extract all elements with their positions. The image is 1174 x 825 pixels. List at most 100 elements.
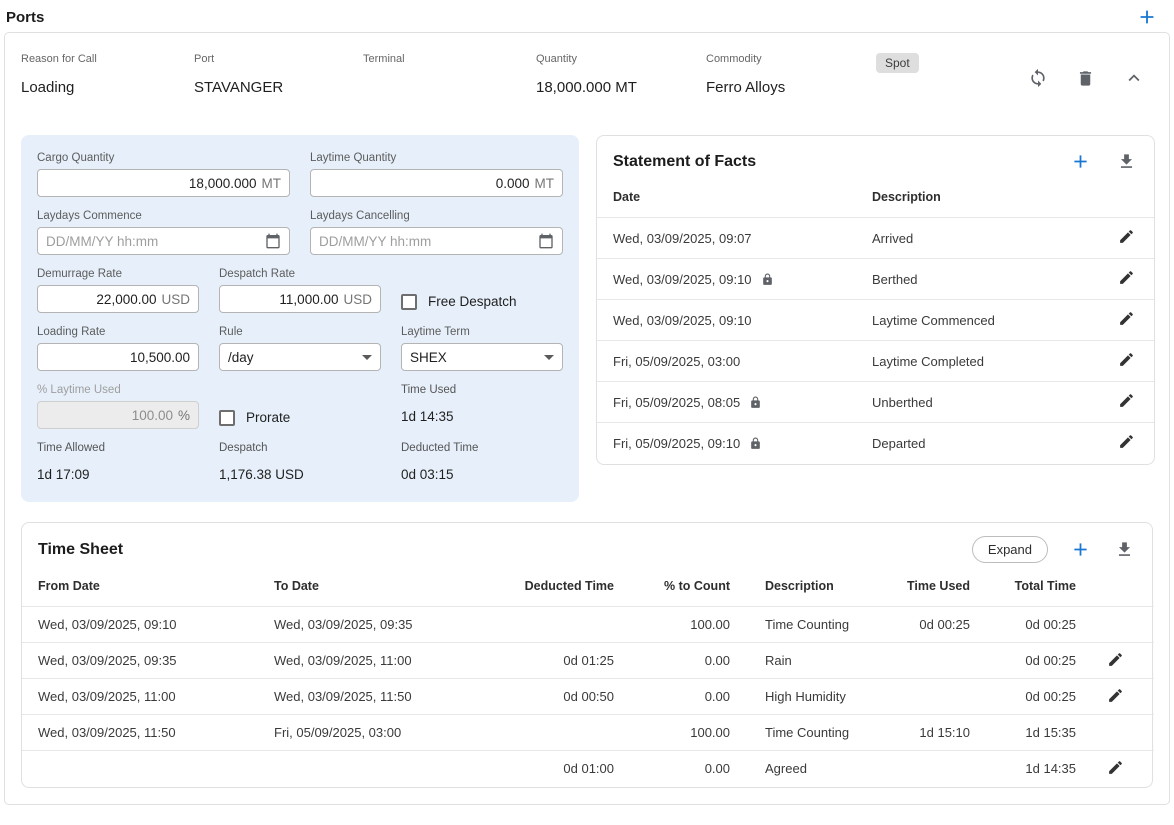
rates-row: Demurrage Rate USD Despatch Rate USD <box>37 268 563 313</box>
edit-sof-row-button[interactable] <box>1118 433 1135 450</box>
delete-port-button[interactable] <box>1076 69 1095 88</box>
expand-button[interactable]: Expand <box>972 536 1048 563</box>
pct-laytime-used-suffix: % <box>178 408 190 423</box>
laydays-cancelling-calendar-button[interactable] <box>538 233 554 249</box>
commodity-column: Commodity Ferro Alloys <box>706 53 876 97</box>
lock-icon <box>749 396 762 409</box>
despatch-label: Despatch <box>219 442 381 455</box>
pencil-icon <box>1107 651 1124 668</box>
quantity-column: Quantity 18,000.000 MT <box>536 53 706 97</box>
despatch-rate-input[interactable] <box>228 292 338 307</box>
trash-icon <box>1076 69 1095 88</box>
pencil-icon <box>1118 433 1135 450</box>
collapse-port-button[interactable] <box>1123 67 1145 89</box>
laydays-commence-calendar-button[interactable] <box>265 233 281 249</box>
ts-deducted: 0d 01:25 <box>500 643 614 679</box>
add-port-button[interactable] <box>1136 6 1158 28</box>
sync-port-button[interactable] <box>1028 68 1048 88</box>
port-content: Cargo Quantity MT Laytime Quantity MT <box>5 111 1169 502</box>
edit-time-sheet-row-button[interactable] <box>1107 759 1124 776</box>
sof-date: Fri, 05/09/2025, 09:10 <box>613 436 740 451</box>
laydays-commence-input[interactable] <box>46 234 265 249</box>
sof-description: Berthed <box>872 259 1098 300</box>
ts-col-from-date: From Date <box>22 569 274 607</box>
pct-laytime-used-field: % Laytime Used % <box>37 384 199 429</box>
edit-sof-row-button[interactable] <box>1118 310 1135 327</box>
sof-row: Wed, 03/09/2025, 09:10 Berthed <box>597 259 1154 300</box>
demurrage-rate-input[interactable] <box>46 292 156 307</box>
rule-select[interactable]: /day <box>219 343 381 371</box>
time-allowed-label: Time Allowed <box>37 442 199 455</box>
prorate-checkbox[interactable] <box>219 410 235 426</box>
quantity-value: 18,000.000 MT <box>536 79 706 97</box>
download-icon <box>1117 152 1136 171</box>
add-time-sheet-row-button[interactable] <box>1070 539 1091 560</box>
laytime-term-field: Laytime Term SHEX <box>401 326 563 371</box>
sof-header-row: Date Description <box>597 180 1154 218</box>
sync-icon <box>1028 68 1048 88</box>
edit-time-sheet-row-button[interactable] <box>1107 687 1124 704</box>
ts-description: Rain <box>730 643 850 679</box>
download-icon <box>1115 540 1134 559</box>
cargo-quantity-input[interactable] <box>46 176 257 191</box>
ts-time-used: 1d 15:10 <box>850 715 970 751</box>
ts-time-used <box>850 751 970 787</box>
reason-for-call-column: Reason for Call Loading <box>21 53 194 97</box>
pct-laytime-used-box: % <box>37 401 199 429</box>
port-label: Port <box>194 53 363 65</box>
sof-col-date: Date <box>597 180 872 218</box>
add-sof-event-button[interactable] <box>1070 151 1091 172</box>
time-sheet-header-row: From Date To Date Deducted Time % to Cou… <box>22 569 1154 607</box>
laydays-cancelling-input[interactable] <box>319 234 538 249</box>
quantities-row: Cargo Quantity MT Laytime Quantity MT <box>37 152 563 197</box>
ts-total: 1d 15:35 <box>970 715 1076 751</box>
ts-total: 1d 14:35 <box>970 751 1076 787</box>
laytime-quantity-label: Laytime Quantity <box>310 152 563 165</box>
sof-row: Fri, 05/09/2025, 08:05 Unberthed <box>597 382 1154 423</box>
prorate-label: Prorate <box>246 410 290 425</box>
time-used-stat: Time Used 1d 14:35 <box>401 384 563 429</box>
pencil-icon <box>1107 687 1124 704</box>
ts-deducted <box>500 607 614 643</box>
loading-rate-field: Loading Rate <box>37 326 199 371</box>
loading-rate-input[interactable] <box>46 350 190 365</box>
edit-sof-row-button[interactable] <box>1118 351 1135 368</box>
sof-row: Wed, 03/09/2025, 09:10 Laytime Commenced <box>597 300 1154 341</box>
download-time-sheet-button[interactable] <box>1115 540 1134 559</box>
ts-col-description: Description <box>730 569 850 607</box>
download-sof-button[interactable] <box>1117 152 1136 171</box>
laytime-term-select[interactable]: SHEX <box>401 343 563 371</box>
caret-down-icon <box>544 355 554 360</box>
loading-rate-box <box>37 343 199 371</box>
despatch-stat: Despatch 1,176.38 USD <box>219 442 381 484</box>
ts-to: Wed, 03/09/2025, 11:50 <box>274 679 500 715</box>
edit-sof-row-button[interactable] <box>1118 228 1135 245</box>
free-despatch-checkbox[interactable] <box>401 294 417 310</box>
ts-actions <box>1076 607 1154 643</box>
calendar-icon <box>265 233 281 249</box>
laytime-term-select-value: SHEX <box>410 350 447 365</box>
ts-total: 0d 00:25 <box>970 607 1076 643</box>
ts-pct: 100.00 <box>614 715 730 751</box>
sof-description: Laytime Commenced <box>872 300 1098 341</box>
sof-date: Wed, 03/09/2025, 09:10 <box>613 313 752 328</box>
laytime-quantity-input[interactable] <box>319 176 530 191</box>
port-column: Port STAVANGER <box>194 53 363 97</box>
commodity-value: Ferro Alloys <box>706 79 876 97</box>
laytime-quantity-field: Laytime Quantity MT <box>310 152 563 197</box>
edit-sof-row-button[interactable] <box>1118 269 1135 286</box>
ts-description: High Humidity <box>730 679 850 715</box>
time-sheet-table: From Date To Date Deducted Time % to Cou… <box>22 569 1154 787</box>
laytime-quantity-suffix: MT <box>535 176 555 191</box>
edit-time-sheet-row-button[interactable] <box>1107 651 1124 668</box>
cargo-quantity-box: MT <box>37 169 290 197</box>
ts-col-time-used: Time Used <box>850 569 970 607</box>
time-used-label: Time Used <box>401 384 563 397</box>
edit-sof-row-button[interactable] <box>1118 392 1135 409</box>
sof-row: Fri, 05/09/2025, 09:10 Departed <box>597 423 1154 464</box>
ts-time-used: 0d 00:25 <box>850 607 970 643</box>
port-card: Reason for Call Loading Port STAVANGER T… <box>4 32 1170 805</box>
ts-from: Wed, 03/09/2025, 11:50 <box>22 715 274 751</box>
laydays-cancelling-label: Laydays Cancelling <box>310 210 563 223</box>
laydays-cancelling-box <box>310 227 563 255</box>
